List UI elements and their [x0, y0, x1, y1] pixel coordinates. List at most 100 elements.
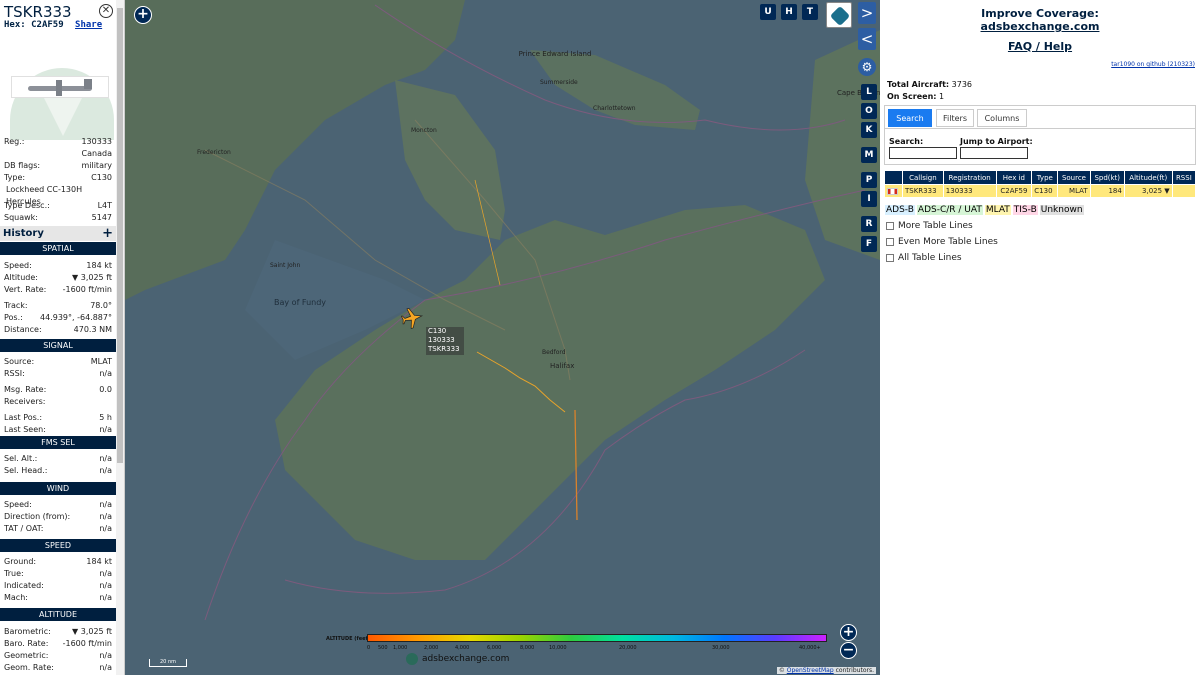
even-more-lines-checkbox[interactable]: Even More Table Lines	[886, 237, 998, 247]
wind-row: TAT / OAT: n/a	[4, 523, 112, 535]
map-canvas[interactable]: Prince Edward Island Summerside Charlott…	[125, 0, 880, 675]
column-header[interactable]: Spd(kt)	[1089, 170, 1125, 185]
collapse-panel-icon[interactable]: >	[858, 2, 876, 24]
place-label: Halifax	[550, 362, 574, 370]
type-value: C130	[91, 173, 112, 182]
map-button-r[interactable]: R	[861, 216, 877, 232]
search-input[interactable]	[889, 147, 957, 159]
layers-icon[interactable]	[826, 2, 852, 28]
share-link[interactable]: Share	[75, 20, 102, 30]
airport-input[interactable]	[960, 147, 1028, 159]
faq-link[interactable]: FAQ / Help	[880, 40, 1200, 53]
zoom-in-button[interactable]: +	[840, 624, 857, 641]
expand-plus-icon[interactable]: +	[102, 226, 113, 241]
speed-row: Ground: 184 kt	[4, 556, 112, 568]
map-attribution: © OpenStreetMap contributors.	[776, 667, 876, 674]
typedesc-row: Type Desc.: L4T	[4, 200, 112, 212]
column-header[interactable]: Type	[1031, 170, 1059, 185]
checkbox-icon[interactable]	[886, 254, 894, 262]
zoom-out-button[interactable]: −	[840, 642, 857, 659]
checkbox-icon[interactable]	[886, 238, 894, 246]
tab-search[interactable]: Search	[888, 109, 932, 127]
improve-coverage-link[interactable]: adsbexchange.com	[880, 20, 1200, 33]
tab-columns[interactable]: Columns	[977, 109, 1027, 127]
map-view[interactable]: Prince Edward Island Summerside Charlott…	[125, 0, 880, 675]
table-row[interactable]: TSKR333 130333 C2AF59 C130 MLAT 184 3,02…	[884, 184, 1197, 198]
map-button-k[interactable]: K	[861, 122, 877, 138]
aircraft-label[interactable]: C130 130333 TSKR333	[426, 327, 464, 355]
signal-value: n/a	[99, 425, 112, 434]
column-header[interactable]: RSSI	[1171, 170, 1197, 185]
signal-label: RSSI:	[4, 369, 25, 378]
table-cell	[1171, 184, 1197, 198]
map-button-f[interactable]: F	[861, 236, 877, 252]
reg-label: Reg.:	[4, 137, 25, 146]
alt-tick: 40,000+	[799, 645, 821, 651]
map-button-t[interactable]: T	[802, 4, 818, 20]
map-button-m[interactable]: M	[861, 147, 877, 163]
aircraft-table: Callsign Registration Hex id Type Source…	[884, 170, 1197, 198]
canada-flag-icon	[887, 187, 898, 195]
map-button-u[interactable]: U	[760, 4, 776, 20]
place-label: Moncton	[411, 127, 437, 134]
close-icon[interactable]: ✕	[99, 4, 113, 18]
spatial-value: ▼ 3,025 ft	[72, 273, 112, 282]
place-label: Fredericton	[197, 149, 231, 156]
spatial-row: Track: 78.0°	[4, 300, 112, 312]
signal-label: Source:	[4, 357, 35, 366]
column-header[interactable]: Source	[1057, 170, 1091, 185]
hex-label: Hex:	[4, 20, 26, 30]
alt-tick: 6,000	[487, 645, 502, 651]
airport-label: Jump to Airport:	[960, 137, 1033, 146]
info-scrollbar[interactable]	[116, 0, 124, 675]
source-legend: ADS-B ADS-C/R / UAT MLAT TIS-B Unknown	[885, 205, 1086, 215]
all-lines-checkbox[interactable]: All Table Lines	[886, 253, 962, 263]
add-layer-button[interactable]: +	[134, 6, 152, 24]
map-button-i[interactable]: I	[861, 191, 877, 207]
osm-link[interactable]: OpenStreetMap	[787, 667, 834, 674]
speed-label: Mach:	[4, 593, 28, 602]
spatial-row: Altitude: ▼ 3,025 ft	[4, 272, 112, 284]
type-label: Type:	[4, 173, 26, 182]
onscreen-value: 1	[939, 92, 945, 101]
aircraft-list-panel: Improve Coverage: adsbexchange.com FAQ /…	[880, 0, 1200, 675]
expand-panel-icon[interactable]: <	[858, 28, 876, 50]
spatial-value: 44.939°, -64.887°	[40, 313, 112, 322]
map-button-l[interactable]: L	[861, 84, 877, 100]
map-button-p[interactable]: P	[861, 172, 877, 188]
map-button-h[interactable]: H	[781, 4, 797, 20]
signal-label: Receivers:	[4, 397, 46, 406]
speed-value: n/a	[99, 593, 112, 602]
history-toggle[interactable]: History +	[0, 226, 116, 241]
hex-line: Hex: C2AF59 Share	[4, 20, 102, 30]
search-label: Search:	[889, 137, 924, 146]
scrollbar-thumb[interactable]	[117, 8, 123, 463]
column-header[interactable]: Callsign	[902, 170, 944, 185]
spatial-section: Speed: 184 kt Altitude: ▼ 3,025 ft Vert. Rat…	[4, 260, 112, 336]
tab-filters[interactable]: Filters	[936, 109, 974, 127]
speed-label: Ground:	[4, 557, 37, 566]
total-value: 3736	[951, 80, 973, 89]
brand-text: adsbexchange.com	[422, 654, 510, 664]
squawk-label: Squawk:	[4, 213, 38, 222]
total-label: Total Aircraft:	[887, 80, 950, 89]
column-header[interactable]	[884, 170, 903, 185]
signal-row: Msg. Rate: 0.0	[4, 384, 112, 396]
scale-bar: 20 nm	[149, 659, 187, 667]
map-button-o[interactable]: O	[861, 103, 877, 119]
wind-value: n/a	[99, 500, 112, 509]
spatial-value: 470.3 NM	[73, 325, 112, 334]
more-lines-checkbox[interactable]: More Table Lines	[886, 221, 973, 231]
signal-row: Receivers:	[4, 396, 112, 408]
wind-row: Direction (from): n/a	[4, 511, 112, 523]
column-header[interactable]: Registration	[942, 170, 997, 185]
altitude-legend: ALTITUDE (feet) 0 500 1,000 2,000 4,000 …	[326, 634, 829, 654]
column-header[interactable]: Altitude(ft)	[1123, 170, 1173, 185]
dbflags-label: DB flags:	[4, 161, 41, 170]
github-link[interactable]: tar1090 on github (210323)	[1111, 61, 1195, 68]
column-header[interactable]: Hex id	[995, 170, 1033, 185]
altitude-gradient	[367, 634, 827, 642]
wind-value: n/a	[99, 524, 112, 533]
settings-gear-icon[interactable]: ⚙	[858, 58, 876, 76]
checkbox-icon[interactable]	[886, 222, 894, 230]
